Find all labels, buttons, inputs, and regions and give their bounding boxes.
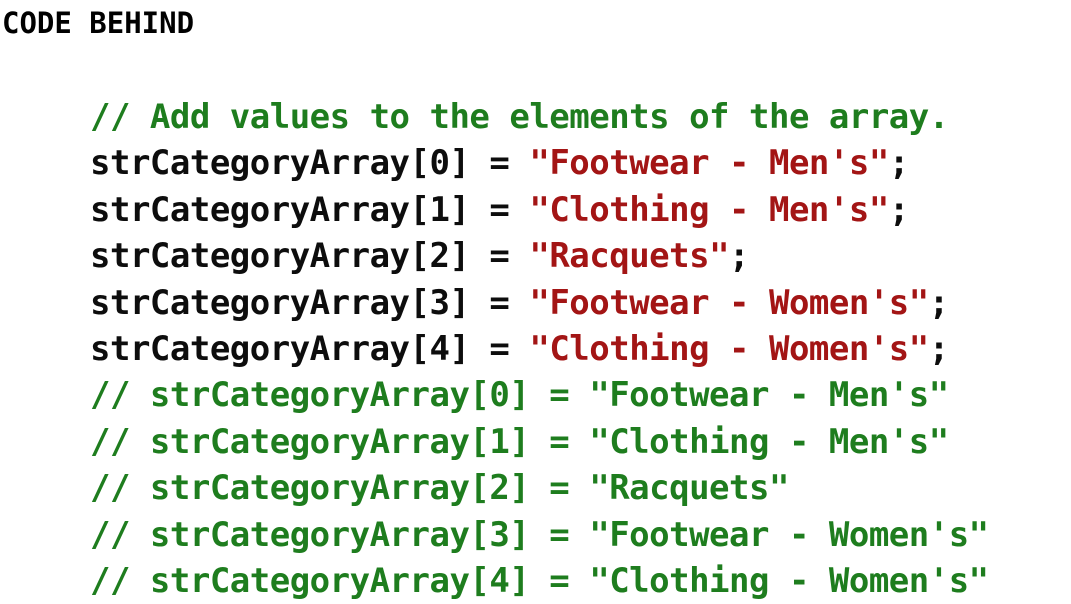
code-comment-line: // strCategoryArray[2] = "Racquets": [90, 468, 789, 509]
code-string-literal: "Footwear - Men's": [529, 143, 889, 184]
code-comment-line: // strCategoryArray[4] = "Clothing - Wom…: [90, 560, 989, 601]
code-semicolon: ;: [729, 236, 750, 277]
code-comment-header: // Add values to the elements of the arr…: [90, 97, 949, 137]
code-semicolon: ;: [888, 189, 909, 230]
code-identifier: strCategoryArray[0] =: [90, 143, 530, 184]
code-identifier: strCategoryArray[2] =: [90, 236, 530, 277]
code-string-literal: "Racquets": [529, 236, 730, 277]
code-semicolon: ;: [888, 143, 909, 184]
code-line-assignment: strCategoryArray[4] = "Clothing - Women'…: [90, 326, 989, 372]
code-string-literal: "Clothing - Women's": [529, 328, 929, 369]
code-comment-line: // strCategoryArray[0] = "Footwear - Men…: [90, 375, 949, 416]
code-semicolon: ;: [928, 282, 949, 323]
code-line-assignment: strCategoryArray[3] = "Footwear - Women'…: [90, 280, 989, 326]
code-semicolon: ;: [928, 328, 949, 369]
code-string-literal: "Footwear - Women's": [529, 282, 929, 323]
code-line-assignment: strCategoryArray[0] = "Footwear - Men's"…: [90, 140, 989, 186]
section-heading: CODE BEHIND: [2, 6, 195, 40]
code-comment-line: // strCategoryArray[3] = "Footwear - Wom…: [90, 514, 989, 555]
code-comment-line: // strCategoryArray[1] = "Clothing - Men…: [90, 421, 949, 462]
code-block: // Add values to the elements of the arr…: [90, 94, 989, 604]
code-line-assignment: strCategoryArray[1] = "Clothing - Men's"…: [90, 187, 989, 233]
code-identifier: strCategoryArray[4] =: [90, 328, 530, 369]
code-identifier: strCategoryArray[1] =: [90, 189, 530, 230]
code-identifier: strCategoryArray[3] =: [90, 282, 530, 323]
code-line-assignment: strCategoryArray[2] = "Racquets";: [90, 233, 989, 279]
code-string-literal: "Clothing - Men's": [529, 189, 889, 230]
